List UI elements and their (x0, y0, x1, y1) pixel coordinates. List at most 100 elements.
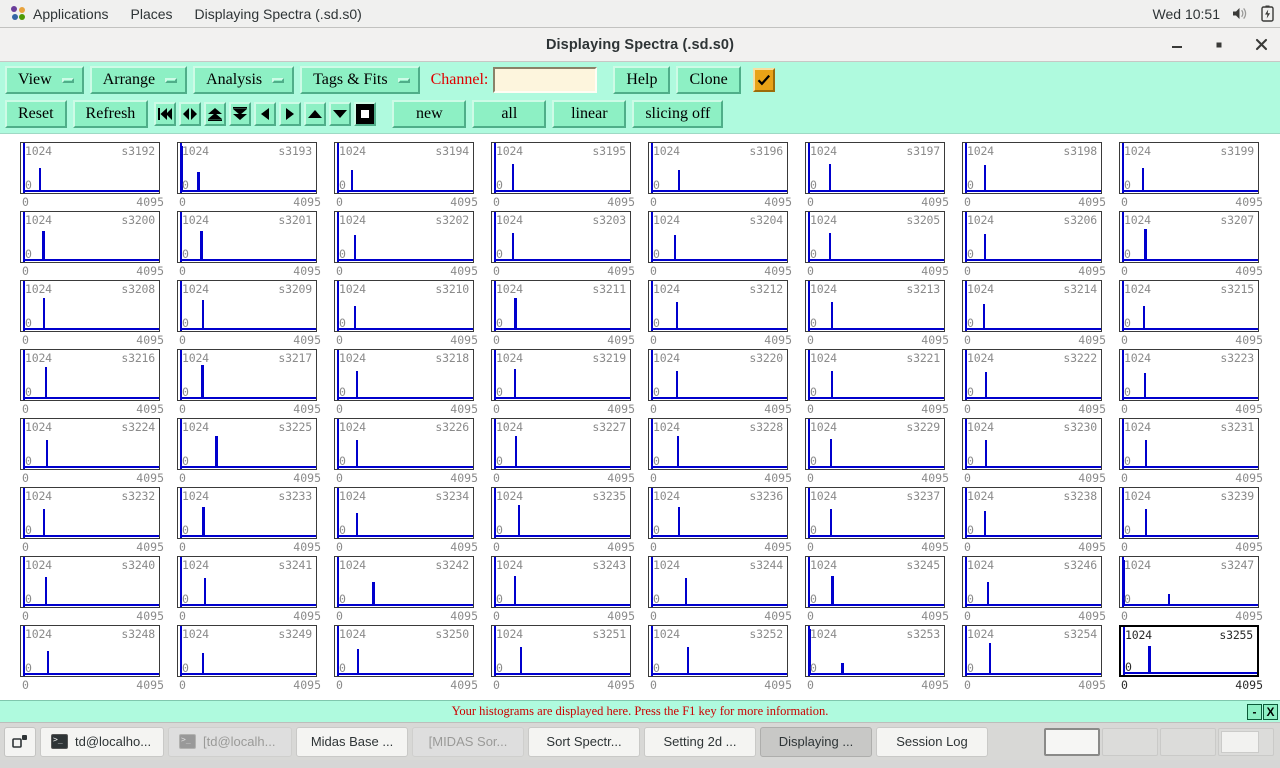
spectrum-cell[interactable]: 1024 0 s3226 0 4095 (334, 418, 486, 487)
spectrum-cell[interactable]: 1024 0 s3227 0 4095 (491, 418, 643, 487)
help-button[interactable]: Help (613, 66, 670, 94)
go-right-icon[interactable] (279, 102, 301, 126)
taskbar-item[interactable]: [MIDAS Sor... (412, 727, 524, 757)
spectrum-cell[interactable]: 1024 0 s3198 0 4095 (962, 142, 1114, 211)
spectrum-plot[interactable]: 1024 0 s3220 (648, 349, 788, 401)
checkmark-toggle[interactable] (753, 68, 775, 92)
spectrum-cell[interactable]: 1024 0 s3203 0 4095 (491, 211, 643, 280)
spectrum-plot[interactable]: 1024 0 s3217 (177, 349, 317, 401)
spectrum-cell[interactable]: 1024 0 s3249 0 4095 (177, 625, 329, 694)
spectrum-cell[interactable]: 1024 0 s3243 0 4095 (491, 556, 643, 625)
spectrum-plot[interactable]: 1024 0 s3247 (1119, 556, 1259, 608)
spectrum-cell[interactable]: 1024 0 s3202 0 4095 (334, 211, 486, 280)
spectrum-cell[interactable]: 1024 0 s3209 0 4095 (177, 280, 329, 349)
spectrum-plot[interactable]: 1024 0 s3211 (491, 280, 631, 332)
spectrum-cell[interactable]: 1024 0 s3207 0 4095 (1119, 211, 1271, 280)
spectrum-plot[interactable]: 1024 0 s3218 (334, 349, 474, 401)
volume-icon[interactable] (1232, 6, 1249, 21)
spectrum-plot[interactable]: 1024 0 s3193 (177, 142, 317, 194)
stop-icon[interactable] (354, 102, 376, 126)
spectrum-plot[interactable]: 1024 0 s3241 (177, 556, 317, 608)
spectrum-cell[interactable]: 1024 0 s3231 0 4095 (1119, 418, 1271, 487)
spectrum-plot[interactable]: 1024 0 s3227 (491, 418, 631, 470)
menu-view[interactable]: View (5, 66, 84, 94)
spectrum-plot[interactable]: 1024 0 s3199 (1119, 142, 1259, 194)
spectrum-cell[interactable]: 1024 0 s3252 0 4095 (648, 625, 800, 694)
taskbar-item[interactable]: Sort Spectr... (528, 727, 640, 757)
spectrum-cell[interactable]: 1024 0 s3228 0 4095 (648, 418, 800, 487)
spectrum-plot[interactable]: 1024 0 s3203 (491, 211, 631, 263)
spectrum-plot[interactable]: 1024 0 s3212 (648, 280, 788, 332)
spectrum-plot[interactable]: 1024 0 s3196 (648, 142, 788, 194)
spectrum-cell[interactable]: 1024 0 s3192 0 4095 (20, 142, 172, 211)
workspace-button[interactable] (1218, 728, 1274, 756)
spectrum-cell[interactable]: 1024 0 s3194 0 4095 (334, 142, 486, 211)
status-close-button[interactable]: X (1263, 704, 1278, 720)
spectrum-plot[interactable]: 1024 0 s3214 (962, 280, 1102, 332)
spectrum-plot[interactable]: 1024 0 s3221 (805, 349, 945, 401)
spectrum-plot[interactable]: 1024 0 s3232 (20, 487, 160, 539)
spectrum-plot[interactable]: 1024 0 s3201 (177, 211, 317, 263)
spectrum-plot[interactable]: 1024 0 s3251 (491, 625, 631, 677)
spectrum-cell[interactable]: 1024 0 s3241 0 4095 (177, 556, 329, 625)
go-down-icon[interactable] (329, 102, 351, 126)
spectrum-plot[interactable]: 1024 0 s3253 (805, 625, 945, 677)
spectrum-plot[interactable]: 1024 0 s3219 (491, 349, 631, 401)
spectrum-plot[interactable]: 1024 0 s3243 (491, 556, 631, 608)
spectrum-cell[interactable]: 1024 0 s3220 0 4095 (648, 349, 800, 418)
clone-button[interactable]: Clone (676, 66, 740, 94)
spectrum-plot[interactable]: 1024 0 s3195 (491, 142, 631, 194)
go-top-icon[interactable] (204, 102, 226, 126)
spectrum-plot[interactable]: 1024 0 s3209 (177, 280, 317, 332)
spectrum-plot[interactable]: 1024 0 s3192 (20, 142, 160, 194)
maximize-icon[interactable] (1208, 34, 1230, 56)
expand-horizontal-icon[interactable] (179, 102, 201, 126)
spectrum-cell[interactable]: 1024 0 s3232 0 4095 (20, 487, 172, 556)
spectrum-plot[interactable]: 1024 0 s3233 (177, 487, 317, 539)
taskbar-item[interactable]: >_[td@localh... (168, 727, 292, 757)
spectrum-cell[interactable]: 1024 0 s3195 0 4095 (491, 142, 643, 211)
channel-input[interactable] (493, 67, 597, 93)
spectrum-plot[interactable]: 1024 0 s3229 (805, 418, 945, 470)
spectrum-plot[interactable]: 1024 0 s3226 (334, 418, 474, 470)
spectrum-plot[interactable]: 1024 0 s3222 (962, 349, 1102, 401)
show-desktop-icon[interactable] (4, 727, 36, 757)
spectrum-cell[interactable]: 1024 0 s3229 0 4095 (805, 418, 957, 487)
spectrum-cell[interactable]: 1024 0 s3251 0 4095 (491, 625, 643, 694)
spectrum-plot[interactable]: 1024 0 s3205 (805, 211, 945, 263)
spectrum-cell[interactable]: 1024 0 s3240 0 4095 (20, 556, 172, 625)
spectrum-cell[interactable]: 1024 0 s3215 0 4095 (1119, 280, 1271, 349)
refresh-button[interactable]: Refresh (73, 100, 149, 128)
spectrum-cell[interactable]: 1024 0 s3245 0 4095 (805, 556, 957, 625)
taskbar-item[interactable]: Displaying ... (760, 727, 872, 757)
spectrum-cell[interactable]: 1024 0 s3221 0 4095 (805, 349, 957, 418)
spectrum-cell[interactable]: 1024 0 s3214 0 4095 (962, 280, 1114, 349)
spectrum-plot[interactable]: 1024 0 s3204 (648, 211, 788, 263)
applications-menu[interactable]: Applications (0, 0, 120, 28)
minimize-icon[interactable] (1166, 34, 1188, 56)
menu-analysis[interactable]: Analysis (193, 66, 294, 94)
spectrum-cell[interactable]: 1024 0 s3196 0 4095 (648, 142, 800, 211)
spectrum-cell[interactable]: 1024 0 s3217 0 4095 (177, 349, 329, 418)
go-left-icon[interactable] (254, 102, 276, 126)
spectrum-cell[interactable]: 1024 0 s3224 0 4095 (20, 418, 172, 487)
spectrum-cell[interactable]: 1024 0 s3239 0 4095 (1119, 487, 1271, 556)
spectrum-cell[interactable]: 1024 0 s3254 0 4095 (962, 625, 1114, 694)
spectrum-cell[interactable]: 1024 0 s3247 0 4095 (1119, 556, 1271, 625)
spectrum-cell[interactable]: 1024 0 s3234 0 4095 (334, 487, 486, 556)
spectrum-cell[interactable]: 1024 0 s3222 0 4095 (962, 349, 1114, 418)
spectrum-cell[interactable]: 1024 0 s3193 0 4095 (177, 142, 329, 211)
panel-window-title[interactable]: Displaying Spectra (.sd.s0) (184, 0, 373, 28)
reset-button[interactable]: Reset (5, 100, 67, 128)
spectrum-plot[interactable]: 1024 0 s3228 (648, 418, 788, 470)
spectrum-cell[interactable]: 1024 0 s3223 0 4095 (1119, 349, 1271, 418)
menu-tags-and-fits[interactable]: Tags & Fits (300, 66, 419, 94)
taskbar-item[interactable]: Setting 2d ... (644, 727, 756, 757)
spectrum-cell[interactable]: 1024 0 s3244 0 4095 (648, 556, 800, 625)
spectrum-plot[interactable]: 1024 0 s3236 (648, 487, 788, 539)
spectrum-cell[interactable]: 1024 0 s3201 0 4095 (177, 211, 329, 280)
spectrum-cell[interactable]: 1024 0 s3250 0 4095 (334, 625, 486, 694)
spectrum-plot[interactable]: 1024 0 s3202 (334, 211, 474, 263)
spectrum-plot[interactable]: 1024 0 s3207 (1119, 211, 1259, 263)
spectrum-plot[interactable]: 1024 0 s3235 (491, 487, 631, 539)
